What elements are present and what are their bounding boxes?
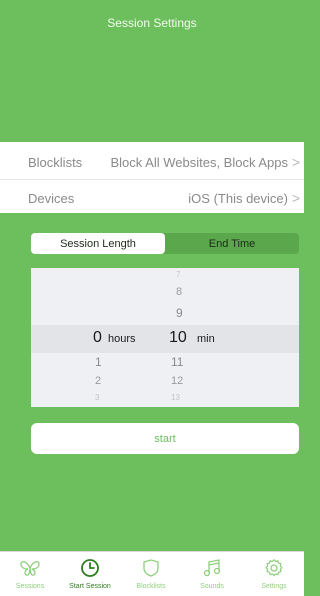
devices-label: Devices [28, 191, 75, 206]
blocklists-row[interactable]: Blocklists Block All Websites, Block App… [0, 145, 304, 180]
music-note-icon [203, 559, 221, 577]
blocklists-value: Block All Websites, Block Apps [110, 154, 288, 170]
picker-selection-band [31, 325, 299, 353]
chevron-right-icon: > [291, 154, 300, 170]
tab-label: Settings [261, 583, 287, 590]
min-value[interactable]: 8 [176, 286, 182, 298]
min-value[interactable]: 12 [171, 375, 183, 387]
min-value[interactable]: 11 [171, 355, 183, 369]
hours-unit-label: hours [108, 333, 136, 345]
duration-picker[interactable]: 7 8 9 10 min 11 12 13 0 hours 1 2 3 [31, 268, 299, 407]
butterfly-icon [20, 561, 40, 576]
min-unit-label: min [197, 333, 215, 345]
tab-label: Sessions [15, 583, 45, 590]
settings-list: Blocklists Block All Websites, Block App… [0, 142, 304, 213]
tab-sounds[interactable]: Sounds [182, 552, 242, 596]
selected-min-value[interactable]: 10 [169, 329, 187, 347]
tab-end-time[interactable]: End Time [165, 233, 299, 254]
gear-icon [265, 558, 283, 577]
devices-row[interactable]: Devices iOS (This device) > [0, 181, 304, 216]
min-value[interactable]: 13 [171, 393, 180, 402]
min-value[interactable]: 9 [176, 306, 183, 320]
blocklists-label: Blocklists [28, 154, 83, 170]
tab-label: Sounds [200, 583, 224, 590]
tab-settings[interactable]: Settings [244, 552, 304, 596]
tab-session-length[interactable]: Session Length [31, 233, 165, 254]
header: Session Settings [0, 0, 304, 142]
tab-start-session[interactable]: Start Session [60, 552, 120, 596]
hours-value[interactable]: 1 [95, 355, 102, 369]
session-mode-segmented-control: Session Length End Time [31, 233, 299, 254]
devices-value: iOS (This device) [188, 191, 288, 206]
page-title: Session Settings [107, 16, 197, 30]
shield-icon [143, 559, 159, 577]
min-value[interactable]: 7 [176, 270, 180, 279]
tab-bar: Sessions Start Session Blocklists Sounds… [0, 551, 304, 596]
selected-hours-value[interactable]: 0 [93, 329, 102, 347]
tab-blocklists[interactable]: Blocklists [121, 552, 181, 596]
hours-value[interactable]: 3 [95, 393, 99, 402]
clock-icon [81, 559, 99, 577]
tab-sessions[interactable]: Sessions [0, 552, 60, 596]
chevron-right-icon: > [291, 190, 300, 206]
start-button[interactable]: start [31, 423, 299, 454]
tab-label: Start Session [69, 583, 111, 590]
hours-value[interactable]: 2 [95, 375, 101, 387]
tab-label: Blocklists [136, 583, 166, 590]
